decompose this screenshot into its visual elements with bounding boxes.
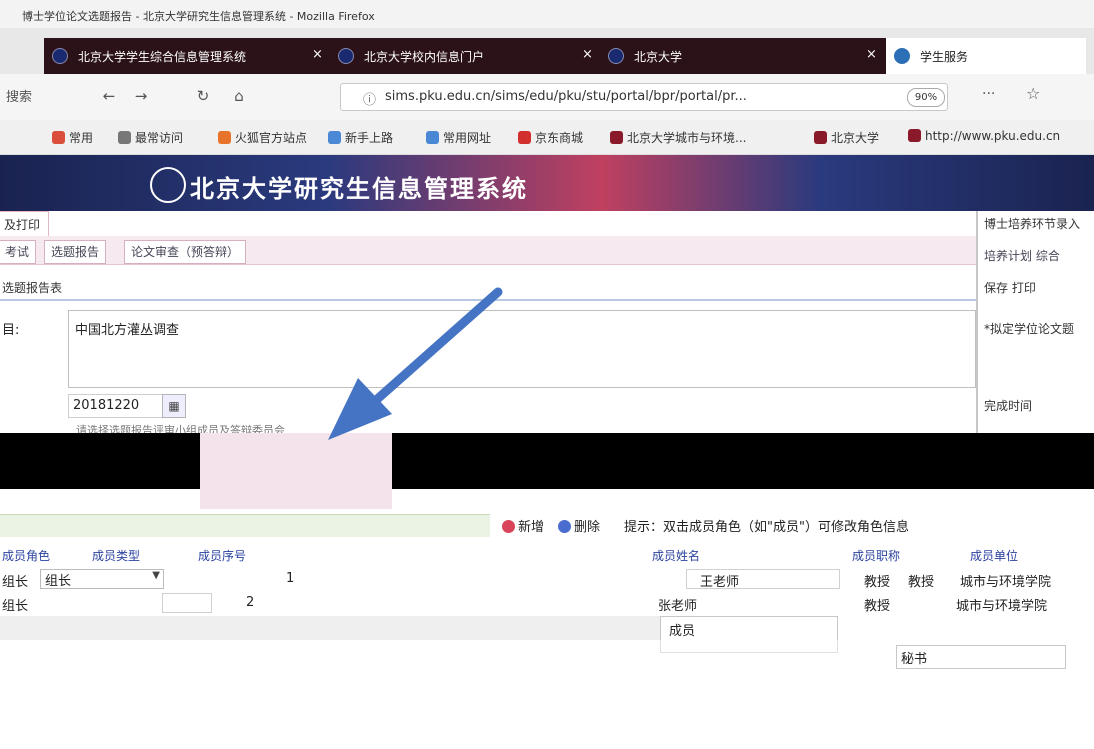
more-actions-button[interactable]: ··· — [982, 86, 995, 102]
university-logo-icon — [150, 167, 186, 203]
browser-tab-sims[interactable]: 北京大学学生综合信息管理系统 × — [44, 38, 330, 74]
bookmarks-bar: 常用 最常访问 火狐官方站点 新手上路 常用网址 京东商城 北京大学城市与环境.… — [0, 120, 1094, 155]
star-icon[interactable]: ☆ — [1026, 84, 1040, 103]
right-side-pane: 博士培养环节录入 培养计划 综合 保存 打印 *拟定学位论文题 完成时间 — [976, 211, 1094, 433]
browser-tab-pku[interactable]: 北京大学 × — [600, 38, 886, 74]
thesis-title-field[interactable]: 中国北方灌丛调查 — [68, 310, 976, 388]
pku-favicon-icon — [608, 48, 624, 64]
url-text[interactable]: sims.pku.edu.cn/sims/edu/pku/stu/portal/… — [385, 89, 845, 104]
header-unit[interactable]: 成员单位 — [970, 547, 1018, 564]
hint-text: 提示：双击成员角色（如"成员"）可修改角色信息 — [624, 520, 909, 535]
bookmark-icon — [908, 129, 921, 142]
page-tab-bar: 考试 选题报告 论文审查（预答辩） — [0, 236, 976, 265]
bookmark-item[interactable]: 常用网址 — [426, 129, 491, 146]
tab-proposal[interactable]: 选题报告 — [44, 240, 107, 264]
bookmark-icon — [610, 131, 623, 144]
close-icon[interactable]: × — [312, 47, 323, 62]
bookmark-item[interactable]: 京东商城 — [518, 129, 583, 146]
bookmark-icon — [328, 131, 341, 144]
bookmark-item[interactable]: 最常访问 — [118, 129, 183, 146]
table-row[interactable]: 组长 组长 ▼ 1 王老师 教授 教授 城市与环境学院 — [0, 568, 1094, 590]
redacted-block — [0, 433, 200, 489]
header-name[interactable]: 成员姓名 — [652, 547, 700, 564]
window-title-bar: 博士学位论文选题报告 - 北京大学研究生信息管理系统 - Mozilla Fir… — [0, 0, 1094, 28]
bookmark-item[interactable]: 北京大学城市与环境... — [610, 129, 746, 146]
right-pane-title-label: *拟定学位论文题 — [984, 322, 1075, 336]
add-button[interactable]: 新增 — [502, 516, 544, 535]
browser-tab-portal[interactable]: 北京大学校内信息门户 × — [330, 38, 600, 74]
bookmark-icon — [218, 131, 231, 144]
pku-favicon-icon — [338, 48, 354, 64]
form-title: 选题报告表 — [0, 275, 976, 301]
browser-tab-bar: 北京大学学生综合信息管理系统 × 北京大学校内信息门户 × 北京大学 × 学生服… — [0, 28, 1094, 74]
date-field[interactable]: 20181220 — [68, 394, 164, 418]
calendar-icon[interactable]: ▦ — [162, 394, 186, 418]
bookmark-item[interactable]: 火狐官方站点 — [218, 129, 307, 146]
grid-empty-row — [0, 616, 660, 640]
tab-print[interactable]: 及打印 — [0, 211, 49, 237]
home-icon[interactable]: ⌂ — [226, 84, 252, 108]
tab-exam[interactable]: 考试 — [0, 240, 37, 264]
bookmark-icon — [518, 131, 531, 144]
role-editor[interactable]: 成员 — [660, 616, 838, 642]
left-grid-toolbar — [0, 514, 490, 537]
window-title: 博士学位论文选题报告 - 北京大学研究生信息管理系统 - Mozilla Fir… — [22, 10, 375, 23]
header-title[interactable]: 成员职称 — [852, 547, 900, 564]
navigation-bar: 搜索 ← → ↻ ⌂ ⓘ sims.pku.edu.cn/sims/edu/pk… — [0, 74, 1094, 121]
bookmark-icon — [52, 131, 65, 144]
role-editor-list[interactable] — [660, 640, 838, 653]
bookmark-icon — [814, 131, 827, 144]
browser-tab-student-service[interactable]: 学生服务 — [886, 38, 1086, 74]
back-arrow-icon[interactable]: ← — [96, 84, 122, 108]
header-seq[interactable]: 成员序号 — [198, 547, 246, 564]
close-icon[interactable]: × — [866, 47, 877, 62]
right-pane-title: 博士培养环节录入 — [984, 217, 1081, 231]
banner-title: 北京大学研究生信息管理系统 — [190, 175, 528, 203]
bookmark-item[interactable]: 常用 — [52, 129, 93, 146]
chevron-down-icon: ▼ — [152, 570, 160, 581]
thesis-title-label: 目: — [2, 323, 20, 338]
right-pane-toolbar[interactable]: 保存 打印 — [984, 279, 1036, 296]
delete-button[interactable]: 删除 — [558, 516, 600, 535]
pku-favicon-icon — [52, 48, 68, 64]
pink-panel — [200, 433, 392, 509]
role-editor-secretary[interactable]: 秘书 — [896, 645, 1066, 669]
reload-icon[interactable]: ↻ — [190, 84, 216, 108]
zoom-badge[interactable]: 90% — [907, 88, 945, 107]
table-row[interactable]: 组长 2 张老师 教授 城市与环境学院 — [0, 592, 1094, 614]
right-pane-time-label: 完成时间 — [984, 399, 1033, 413]
url-bar[interactable]: ⓘ sims.pku.edu.cn/sims/edu/pku/stu/porta… — [340, 83, 948, 111]
bookmark-icon — [118, 131, 131, 144]
header-role[interactable]: 成员角色 — [2, 547, 50, 564]
student-service-favicon-icon — [894, 48, 910, 64]
tab-thesis-review[interactable]: 论文审查（预答辩） — [124, 240, 247, 264]
forward-arrow-icon[interactable]: → — [128, 84, 154, 108]
bookmark-item[interactable]: 新手上路 — [328, 129, 393, 146]
info-icon[interactable]: ⓘ — [363, 89, 376, 108]
delete-icon — [558, 520, 571, 533]
site-banner: 北京大学研究生信息管理系统 — [0, 155, 1094, 211]
bookmark-item[interactable]: 北京大学 — [814, 129, 879, 146]
grid-column-headers: 成员角色 成员类型 成员序号 成员姓名 成员职称 成员单位 — [0, 544, 1094, 564]
team-toolbar: 新增 删除 提示：双击成员角色（如"成员"）可修改角色信息 — [490, 514, 1094, 536]
bookmark-icon — [426, 131, 439, 144]
role-dropdown[interactable]: 组长 ▼ — [40, 569, 164, 589]
right-pane-tabs[interactable]: 培养计划 综合 — [984, 247, 1060, 264]
search-box[interactable]: 搜索 — [6, 86, 32, 105]
redacted-block — [392, 433, 1094, 489]
header-type[interactable]: 成员类型 — [92, 547, 140, 564]
bookmark-item[interactable]: http://www.pku.edu.cn — [908, 129, 1060, 143]
close-icon[interactable]: × — [582, 47, 593, 62]
add-icon — [502, 520, 515, 533]
